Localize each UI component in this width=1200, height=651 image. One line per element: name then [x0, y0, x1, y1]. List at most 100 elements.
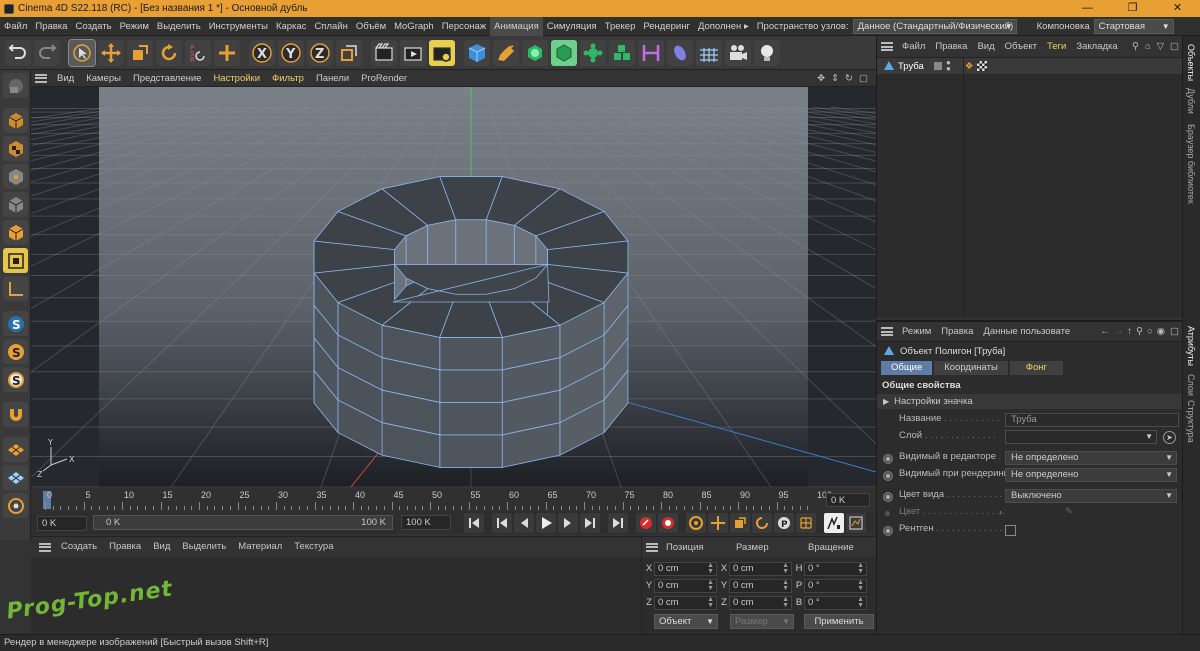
polygons-mode-button[interactable] — [3, 220, 28, 245]
up-arrow-icon[interactable]: ↑ — [1127, 326, 1132, 337]
axis-y-button[interactable]: Y — [277, 39, 304, 66]
search-icon[interactable]: ⚲ — [1136, 326, 1143, 337]
animate-toggle-icon[interactable] — [883, 454, 893, 464]
size-x-field[interactable]: 0 cm ▲ ▼ — [729, 561, 792, 576]
menu-tools[interactable]: Инструменты — [205, 17, 272, 36]
object-menu-object[interactable]: Объект — [1000, 36, 1042, 58]
tab-attributes[interactable]: Атрибуты — [1186, 326, 1196, 366]
rotate-view-icon[interactable]: ↻ — [845, 73, 853, 84]
search-icon[interactable]: ⚲ — [1132, 41, 1139, 52]
render-picture-viewer-button[interactable] — [399, 39, 426, 66]
fracture-button[interactable] — [608, 39, 635, 66]
position-y-field[interactable]: 0 cm ▲ ▼ — [654, 578, 717, 593]
spinner-icon[interactable]: ▲ ▼ — [707, 596, 714, 609]
position-z-field[interactable]: 0 cm ▲ ▼ — [654, 595, 717, 610]
object-name[interactable]: Труба — [898, 61, 930, 72]
soft-selection-button[interactable] — [3, 493, 28, 518]
layer-icon[interactable] — [934, 62, 942, 70]
pan-view-icon[interactable]: ✥ — [817, 73, 825, 84]
quantize-button[interactable]: S — [3, 367, 28, 392]
menu-mode[interactable]: Режим — [116, 17, 153, 36]
go-end-button[interactable] — [608, 513, 628, 533]
home-icon[interactable]: ⌂ — [1145, 41, 1151, 52]
timeline-ruler[interactable]: 0 5 10 15 20 25 30 35 40 45 50 55 60 65 70 75 80 85 90 95 10… — [31, 488, 876, 512]
phong-tag-icon[interactable]: ❖ — [965, 61, 974, 72]
menu-animate[interactable]: Анимация — [490, 16, 543, 36]
model-mode-button[interactable] — [3, 108, 28, 133]
key-position-button[interactable] — [708, 513, 728, 533]
viewport-menu-prorender[interactable]: ProRender — [355, 70, 413, 87]
coordinate-menu-icon[interactable] — [646, 542, 658, 552]
coord-mode-select[interactable]: Объект ▼ — [654, 614, 718, 629]
snap-settings-button[interactable]: S — [3, 339, 28, 364]
rotation-p-field[interactable]: 0 ° ▲ ▼ — [804, 578, 867, 593]
timeline-window-button[interactable] — [846, 513, 866, 533]
back-arrow-icon[interactable]: ← — [1100, 326, 1110, 337]
menu-character[interactable]: Персонаж — [438, 17, 490, 36]
uv-mode-button[interactable] — [3, 248, 28, 273]
rotation-b-field[interactable]: 0 ° ▲ ▼ — [804, 595, 867, 610]
play-button[interactable] — [536, 513, 556, 533]
frame-ruler[interactable]: 0 5 10 15 20 25 30 35 40 45 50 55 60 65 70 75 80 85 90 95 10… — [39, 488, 832, 512]
apply-button[interactable]: Применить — [804, 614, 874, 629]
object-row[interactable]: Труба ● ● ❖ — [877, 58, 1182, 74]
menu-edit[interactable]: Правка — [31, 17, 71, 36]
pen-button[interactable] — [492, 39, 519, 66]
new-window-icon[interactable]: ▢ — [1170, 41, 1179, 52]
tab-content-browser[interactable]: Браузер библиотек — [1186, 124, 1196, 204]
layer-field[interactable]: ▼ — [1005, 430, 1157, 444]
key-parameter-button[interactable]: P — [774, 513, 794, 533]
3d-viewport[interactable]: Y X Z — [31, 87, 876, 487]
material-menu-material[interactable]: Материал — [232, 537, 288, 557]
forward-arrow-icon[interactable]: → — [1114, 326, 1124, 337]
material-menu-texture[interactable]: Текстура — [288, 537, 339, 557]
material-menu-view[interactable]: Вид — [147, 537, 176, 557]
scheme-button[interactable] — [824, 513, 844, 533]
preview-range-slider[interactable]: 0 K 100 K — [93, 515, 393, 530]
points-mode-button[interactable] — [3, 192, 28, 217]
current-frame-field[interactable]: 0 K — [826, 493, 870, 507]
start-frame-field[interactable]: 0 K — [37, 515, 87, 531]
name-input[interactable]: Труба — [1005, 413, 1179, 427]
snap-button[interactable]: S — [3, 311, 28, 336]
tab-coordinates[interactable]: Координаты — [934, 361, 1008, 375]
material-menu-edit[interactable]: Правка — [103, 537, 147, 557]
prev-key-button[interactable] — [492, 513, 512, 533]
subdivision-button[interactable] — [521, 39, 548, 66]
attribute-menu-userdata[interactable]: Данные пользовате — [978, 322, 1075, 342]
key-scale-button[interactable] — [730, 513, 750, 533]
autokey-button[interactable] — [658, 513, 678, 533]
prev-frame-button[interactable] — [514, 513, 534, 533]
minimize-icon[interactable]: — — [1065, 0, 1110, 17]
position-x-field[interactable]: 0 cm ▲ ▼ — [654, 561, 717, 576]
viewport-menu-cameras[interactable]: Камеры — [80, 70, 127, 87]
menu-render[interactable]: Рендеринг — [639, 17, 694, 36]
spinner-icon[interactable]: ▲ ▼ — [707, 562, 714, 575]
icon-settings-group[interactable]: ▶ Настройки значка — [877, 394, 1182, 409]
filter-icon[interactable]: ▽ — [1157, 41, 1164, 52]
tab-takes[interactable]: Дубли — [1186, 88, 1196, 114]
tab-structure[interactable]: Структура — [1186, 400, 1196, 443]
size-y-field[interactable]: 0 cm ▲ ▼ — [729, 578, 792, 593]
object-menu-view[interactable]: Вид — [972, 36, 999, 58]
menu-spline[interactable]: Сплайн — [310, 17, 351, 36]
symmetry-button[interactable] — [637, 39, 664, 66]
material-menu-icon[interactable] — [39, 542, 51, 552]
make-editable-button[interactable] — [3, 73, 28, 98]
viewport-menu-view[interactable]: Вид — [51, 70, 80, 87]
next-frame-button[interactable] — [558, 513, 578, 533]
display-color-select[interactable]: Выключено ▼ — [1005, 489, 1177, 503]
tab-layers[interactable]: Слои — [1186, 374, 1196, 396]
viewport-menu-icon[interactable] — [35, 73, 47, 83]
menu-file[interactable]: Файл — [0, 17, 31, 36]
axis-x-button[interactable]: X — [248, 39, 275, 66]
menu-tracker[interactable]: Трекер — [601, 17, 640, 36]
spinner-icon[interactable]: ▲ ▼ — [782, 596, 789, 609]
texture-mode-button[interactable] — [3, 136, 28, 161]
uvw-tag-icon[interactable] — [977, 61, 988, 71]
key-rotation-button[interactable] — [752, 513, 772, 533]
close-icon[interactable]: ✕ — [1155, 0, 1200, 17]
scale-button[interactable] — [126, 39, 153, 66]
spinner-icon[interactable]: ▲ ▼ — [857, 562, 864, 575]
size-mode-select[interactable]: Размер ▼ — [730, 614, 794, 629]
